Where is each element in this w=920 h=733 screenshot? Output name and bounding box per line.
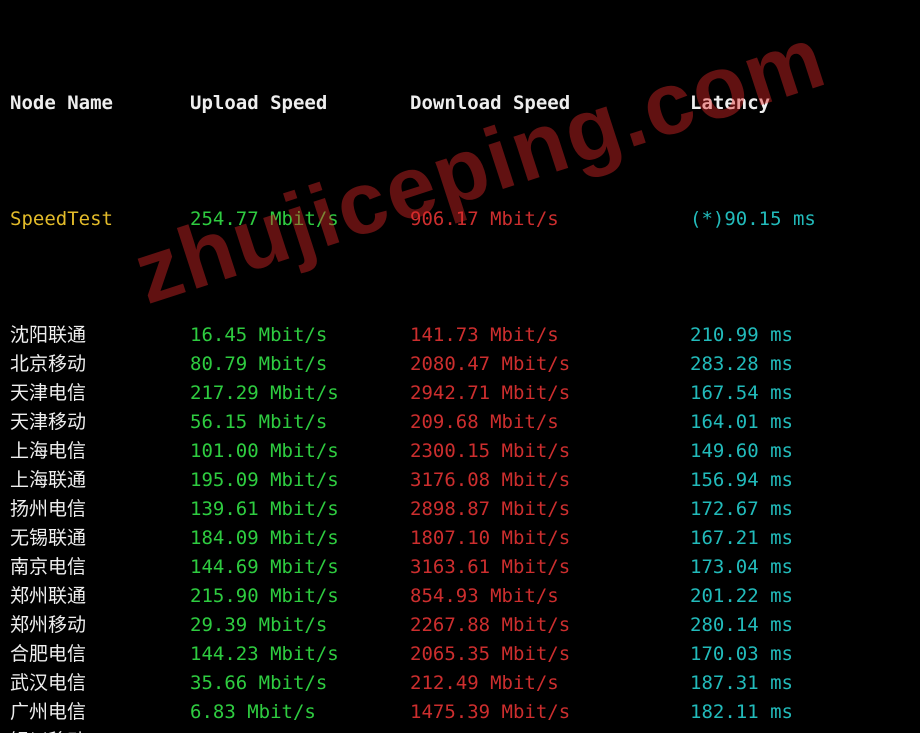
- node-name: 武汉电信: [10, 669, 190, 698]
- upload-value: 254.77 Mbit/s: [190, 205, 410, 234]
- node-name: 南京电信: [10, 553, 190, 582]
- download-value: 1475.39 Mbit/s: [410, 698, 690, 727]
- upload-value: 144.23 Mbit/s: [190, 640, 410, 669]
- header-latency: Latency: [690, 89, 770, 118]
- table-row: 扬州电信139.61 Mbit/s2898.87 Mbit/s172.67 ms: [10, 495, 910, 524]
- node-name: 扬州电信: [10, 495, 190, 524]
- latency-value: (*)90.15 ms: [690, 205, 816, 234]
- upload-value: 195.09 Mbit/s: [190, 466, 410, 495]
- latency-value: 297.16 ms: [690, 727, 793, 733]
- download-value: 906.17 Mbit/s: [410, 205, 690, 234]
- latency-value: 210.99 ms: [690, 321, 793, 350]
- table-row: 上海联通195.09 Mbit/s3176.08 Mbit/s156.94 ms: [10, 466, 910, 495]
- latency-value: 182.11 ms: [690, 698, 793, 727]
- latency-value: 167.21 ms: [690, 524, 793, 553]
- node-name: 上海联通: [10, 466, 190, 495]
- download-value: 3163.61 Mbit/s: [410, 553, 690, 582]
- node-name: 银川移动: [10, 727, 190, 733]
- table-row: 武汉电信35.66 Mbit/s212.49 Mbit/s187.31 ms: [10, 669, 910, 698]
- upload-value: 80.79 Mbit/s: [190, 350, 410, 379]
- download-value: 141.73 Mbit/s: [410, 321, 690, 350]
- download-value: 209.68 Mbit/s: [410, 408, 690, 437]
- table-row: 合肥电信144.23 Mbit/s2065.35 Mbit/s170.03 ms: [10, 640, 910, 669]
- node-name: 上海电信: [10, 437, 190, 466]
- latency-value: 167.54 ms: [690, 379, 793, 408]
- download-value: 854.93 Mbit/s: [410, 582, 690, 611]
- table-row: 天津电信217.29 Mbit/s2942.71 Mbit/s167.54 ms: [10, 379, 910, 408]
- upload-value: 16.45 Mbit/s: [190, 321, 410, 350]
- download-value: 2898.87 Mbit/s: [410, 495, 690, 524]
- upload-value: 35.66 Mbit/s: [190, 669, 410, 698]
- download-value: 2267.88 Mbit/s: [410, 611, 690, 640]
- upload-value: 47.48 Mbit/s: [190, 727, 410, 733]
- latency-value: 187.31 ms: [690, 669, 793, 698]
- latency-value: 201.22 ms: [690, 582, 793, 611]
- latency-value: 172.67 ms: [690, 495, 793, 524]
- download-value: 2065.35 Mbit/s: [410, 640, 690, 669]
- table-row: 北京移动80.79 Mbit/s2080.47 Mbit/s283.28 ms: [10, 350, 910, 379]
- upload-value: 139.61 Mbit/s: [190, 495, 410, 524]
- download-value: 2942.71 Mbit/s: [410, 379, 690, 408]
- latency-value: 173.04 ms: [690, 553, 793, 582]
- node-name: 天津电信: [10, 379, 190, 408]
- table-row: 广州电信6.83 Mbit/s1475.39 Mbit/s182.11 ms: [10, 698, 910, 727]
- node-name: 郑州移动: [10, 611, 190, 640]
- header-download: Download Speed: [410, 89, 690, 118]
- latency-value: 164.01 ms: [690, 408, 793, 437]
- header-upload: Upload Speed: [190, 89, 410, 118]
- upload-value: 101.00 Mbit/s: [190, 437, 410, 466]
- download-value: 2225.23 Mbit/s: [410, 727, 690, 733]
- table-body: 沈阳联通16.45 Mbit/s141.73 Mbit/s210.99 ms北京…: [10, 321, 910, 733]
- table-row: 上海电信101.00 Mbit/s2300.15 Mbit/s149.60 ms: [10, 437, 910, 466]
- terminal-output: Node NameUpload SpeedDownload SpeedLaten…: [0, 0, 920, 733]
- header-node: Node Name: [10, 89, 190, 118]
- upload-value: 215.90 Mbit/s: [190, 582, 410, 611]
- download-value: 3176.08 Mbit/s: [410, 466, 690, 495]
- table-row: 沈阳联通16.45 Mbit/s141.73 Mbit/s210.99 ms: [10, 321, 910, 350]
- download-value: 2300.15 Mbit/s: [410, 437, 690, 466]
- table-row: 南京电信144.69 Mbit/s3163.61 Mbit/s173.04 ms: [10, 553, 910, 582]
- latency-value: 149.60 ms: [690, 437, 793, 466]
- node-name: 广州电信: [10, 698, 190, 727]
- upload-value: 29.39 Mbit/s: [190, 611, 410, 640]
- watermark-text: zhujiceping.com: [133, 40, 826, 290]
- node-name: 郑州联通: [10, 582, 190, 611]
- download-value: 212.49 Mbit/s: [410, 669, 690, 698]
- table-row: 郑州联通215.90 Mbit/s854.93 Mbit/s201.22 ms: [10, 582, 910, 611]
- table-row: 无锡联通184.09 Mbit/s1807.10 Mbit/s167.21 ms: [10, 524, 910, 553]
- node-name: 无锡联通: [10, 524, 190, 553]
- latency-value: 156.94 ms: [690, 466, 793, 495]
- table-row-speedtest: SpeedTest254.77 Mbit/s906.17 Mbit/s(*)90…: [10, 205, 910, 234]
- latency-value: 283.28 ms: [690, 350, 793, 379]
- node-name: 沈阳联通: [10, 321, 190, 350]
- upload-value: 144.69 Mbit/s: [190, 553, 410, 582]
- download-value: 2080.47 Mbit/s: [410, 350, 690, 379]
- latency-value: 280.14 ms: [690, 611, 793, 640]
- table-row: 郑州移动29.39 Mbit/s2267.88 Mbit/s280.14 ms: [10, 611, 910, 640]
- download-value: 1807.10 Mbit/s: [410, 524, 690, 553]
- node-name: 北京移动: [10, 350, 190, 379]
- node-name: 合肥电信: [10, 640, 190, 669]
- upload-value: 217.29 Mbit/s: [190, 379, 410, 408]
- table-row: 银川移动47.48 Mbit/s2225.23 Mbit/s297.16 ms: [10, 727, 910, 733]
- node-name: 天津移动: [10, 408, 190, 437]
- upload-value: 56.15 Mbit/s: [190, 408, 410, 437]
- latency-value: 170.03 ms: [690, 640, 793, 669]
- upload-value: 6.83 Mbit/s: [190, 698, 410, 727]
- table-header: Node NameUpload SpeedDownload SpeedLaten…: [10, 89, 910, 118]
- node-name: SpeedTest: [10, 205, 190, 234]
- upload-value: 184.09 Mbit/s: [190, 524, 410, 553]
- table-row: 天津移动56.15 Mbit/s209.68 Mbit/s164.01 ms: [10, 408, 910, 437]
